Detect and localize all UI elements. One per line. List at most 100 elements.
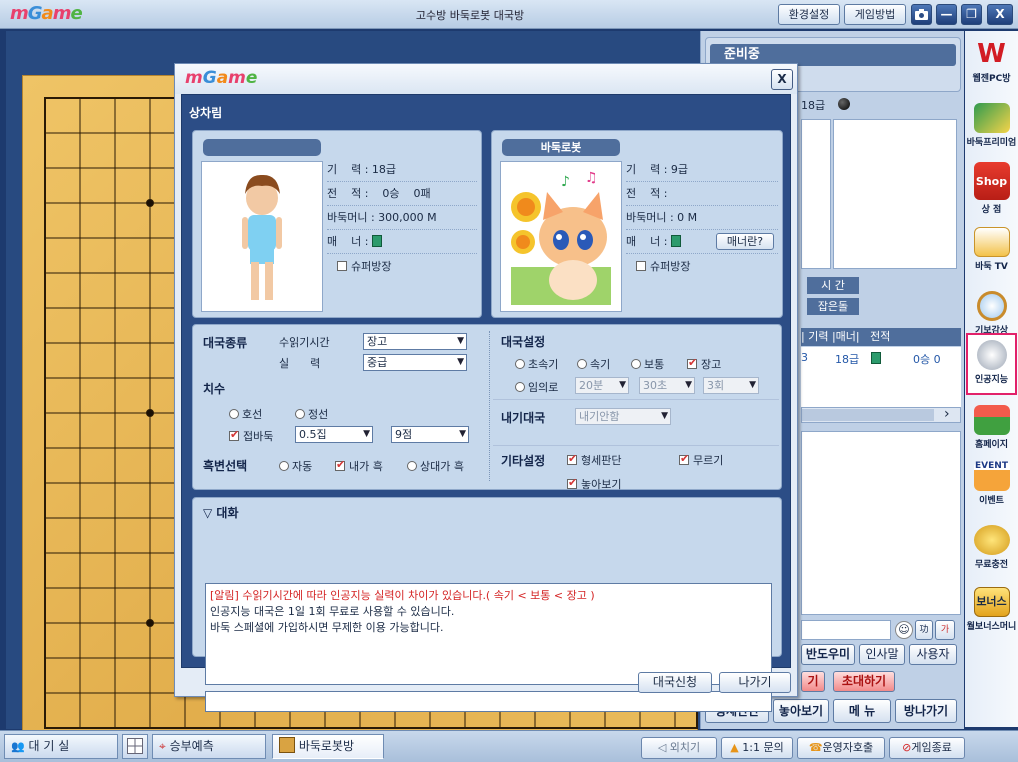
color-me-black-check[interactable]: 내가 흑: [335, 458, 383, 474]
emoji-button-1[interactable]: 功: [915, 620, 933, 640]
stones-select[interactable]: 9점: [391, 426, 469, 443]
handicap-even-radio[interactable]: 호선: [229, 406, 262, 422]
chat-label: ▽ 대화: [203, 506, 239, 520]
player2-record: 전 적 :: [626, 183, 778, 206]
speed-long-check[interactable]: 장고: [687, 356, 721, 372]
user-table-header: | 기력 |매너| 전적: [801, 328, 961, 346]
komi-select[interactable]: 0.5집: [295, 426, 373, 443]
settings-separator: [493, 399, 779, 400]
skill-select[interactable]: 중급: [363, 354, 467, 371]
player1-record: 전 적 : 0승 0패: [327, 183, 477, 206]
let-see-check[interactable]: 놓아보기: [567, 476, 621, 492]
title-bar: mGame 고수방 바둑로봇 대국방 환경설정 게임방법 — ❐ X: [0, 0, 1018, 29]
custom-byoyomi-select[interactable]: 30초: [639, 377, 695, 394]
handicap-fixed-radio[interactable]: 정선: [295, 406, 328, 422]
magnifier-icon: [976, 291, 1007, 321]
game-setup-dialog: mGame X 상차림 기 력 : 18급 전 적 : 0승 0패 바둑머니 :…: [174, 63, 798, 712]
sidebar-item-home[interactable]: 홈페이지: [965, 405, 1018, 450]
quit-button[interactable]: ⊘게임종료: [889, 737, 965, 759]
premium-icon: [973, 103, 1010, 133]
tab-lobby[interactable]: 👥 대 기 실: [4, 734, 118, 759]
player-panel-left: [801, 119, 831, 269]
settings-button[interactable]: 환경설정: [778, 4, 840, 25]
target-icon: ⌖: [159, 739, 166, 753]
close-button[interactable]: X: [987, 4, 1013, 25]
dialog-close-button[interactable]: X: [771, 69, 793, 90]
custom-time-select[interactable]: 20분: [575, 377, 629, 394]
think-time-label: 수읽기시간: [279, 336, 330, 349]
captured-label: 잡은돌: [807, 298, 859, 315]
speed-fast-radio[interactable]: 속기: [577, 356, 610, 372]
sidebar-item-webzen[interactable]: W 웹젠PC방: [965, 39, 1018, 84]
manner-info-button[interactable]: 매너란?: [716, 233, 774, 250]
room-chat-input[interactable]: [801, 620, 891, 640]
tab-predict[interactable]: ⌖ 승부예측: [152, 734, 266, 759]
think-time-select[interactable]: 장고: [363, 333, 467, 350]
camera-icon[interactable]: [911, 4, 932, 25]
sidebar-item-ai[interactable]: 인공지능: [966, 333, 1017, 395]
chat-alert-line: [알림] 수읽기시간에 따라 인공지능 실력이 차이가 있습니다.( 속기 < …: [210, 589, 595, 602]
custom-count-select[interactable]: 3회: [703, 377, 759, 394]
player1-manner-row: 매 너 :: [327, 231, 477, 254]
manner-badge: [871, 352, 881, 364]
sidebar-item-premium[interactable]: 바둑프리미엄: [965, 103, 1018, 148]
player2-super-checkbox[interactable]: 슈퍼방장: [636, 258, 690, 274]
svg-text:♫: ♫: [585, 170, 598, 186]
exit-room-button[interactable]: 방나가기: [895, 699, 957, 723]
handicap-stones-check[interactable]: 접바둑: [229, 428, 273, 444]
player1-super-checkbox[interactable]: 슈퍼방장: [337, 258, 391, 274]
manner-badge: [670, 235, 681, 247]
speed-blitz-radio[interactable]: 초속기: [515, 356, 558, 372]
color-auto-radio[interactable]: 자동: [279, 458, 312, 474]
player2-name: 바둑로봇: [502, 139, 620, 156]
undo-check[interactable]: 무르기: [679, 452, 723, 468]
shout-button[interactable]: ◁ 외치기: [641, 737, 717, 759]
minimize-button[interactable]: —: [936, 4, 957, 25]
fragment-button[interactable]: 기: [801, 671, 825, 692]
color-opponent-black-radio[interactable]: 상대가 흑: [407, 458, 464, 474]
sidebar-item-replay[interactable]: 기보감상: [965, 291, 1018, 336]
user-row-prefix: 3: [801, 351, 808, 364]
bonus-icon: 보너스: [973, 587, 1010, 617]
bet-label: 내기대국: [501, 411, 546, 425]
scroll-right-icon[interactable]: ›: [944, 406, 950, 422]
howto-button[interactable]: 게임방법: [844, 4, 906, 25]
leave-button[interactable]: 나가기: [719, 672, 791, 693]
table-scrollbar[interactable]: ›: [801, 406, 961, 423]
inquiry-button[interactable]: ▲ 1:1 문의: [721, 737, 793, 759]
shop-icon: Shop: [973, 162, 1010, 200]
chat-input[interactable]: [205, 691, 772, 712]
sidebar-item-shop[interactable]: Shop 상 점: [965, 162, 1018, 215]
sidebar-item-event[interactable]: EVENT 이벤트: [965, 461, 1018, 506]
emoji-icon[interactable]: ☺: [895, 621, 913, 639]
emoji-button-2[interactable]: 가: [935, 620, 955, 640]
sidebar-item-tv[interactable]: 바둑 TV: [965, 227, 1018, 272]
bet-select[interactable]: 내기안함: [575, 408, 671, 425]
coins-icon: [973, 525, 1010, 555]
operator-button[interactable]: ☎운영자호출: [797, 737, 885, 759]
menu-button[interactable]: 메 뉴: [833, 699, 891, 723]
sidebar-item-charge[interactable]: 무료충전: [965, 525, 1018, 570]
speed-normal-radio[interactable]: 보통: [631, 356, 664, 372]
invite-button[interactable]: 초대하기: [833, 671, 895, 692]
dialog-heading: 상차림: [189, 106, 223, 120]
judge-check[interactable]: 형세판단: [567, 452, 621, 468]
right-sidebar: W 웹젠PC방 바둑프리미엄 Shop 상 점 바둑 TV 기보감상 인공지능 …: [965, 31, 1018, 727]
apply-game-button[interactable]: 대국신청: [638, 672, 712, 693]
user-row-rank: 18급: [835, 353, 860, 366]
speed-custom-radio[interactable]: 임의로: [515, 379, 558, 395]
scrollbar-thumb[interactable]: [802, 409, 934, 421]
let-see-button[interactable]: 놓아보기: [773, 699, 829, 723]
megaphone-icon: ◁: [657, 741, 667, 754]
greeting-button[interactable]: 인사말: [859, 644, 905, 665]
phone-icon: ☎: [808, 741, 823, 754]
player1-rank: 기 력 : 18급: [327, 159, 477, 182]
bandomi-button[interactable]: 반도우미: [801, 644, 855, 665]
maximize-button[interactable]: ❐: [961, 4, 982, 25]
tab-robot-room[interactable]: 바둑로봇방: [272, 734, 384, 759]
bottom-bar: 👥 대 기 실 ⌖ 승부예측 바둑로봇방 ◁ 외치기 ▲ 1:1 문의 ☎운영자…: [0, 730, 1018, 762]
user-button[interactable]: 사용자: [909, 644, 957, 665]
grid-icon[interactable]: [122, 734, 148, 759]
sidebar-item-bonus[interactable]: 보너스 월보너스머니: [965, 587, 1018, 632]
board-icon: [279, 737, 295, 753]
